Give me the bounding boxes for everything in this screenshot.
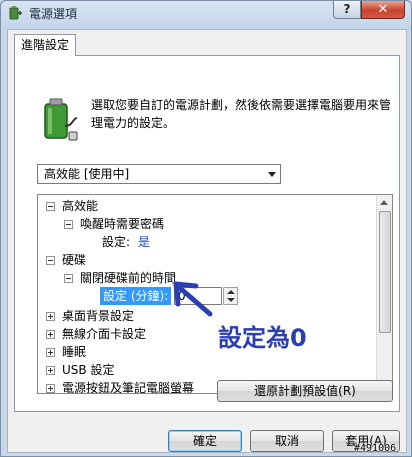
restore-defaults-button[interactable]: 還原計劃預設值(R): [217, 380, 393, 402]
help-button[interactable]: ?: [333, 1, 361, 19]
spin-down-icon[interactable]: [227, 298, 235, 302]
collapse-wake-password-icon[interactable]: [64, 220, 73, 229]
window-title: 電源選項: [29, 7, 78, 21]
annotation-text: 設定為0: [218, 324, 307, 352]
scroll-up-icon[interactable]: [380, 200, 388, 205]
tree-item-sleep[interactable]: 睡眠: [62, 343, 86, 361]
power-plan-selected: 高效能 [使用中]: [44, 167, 130, 181]
tree-scrollbar[interactable]: [376, 195, 392, 393]
spin-up-icon[interactable]: [227, 290, 235, 294]
wake-setting-value[interactable]: 是: [138, 233, 150, 251]
expand-power-buttons-icon[interactable]: [46, 384, 55, 393]
collapse-turn-off-disk-icon[interactable]: [64, 274, 73, 283]
tree-item-wireless-adapter[interactable]: 無線介面卡設定: [62, 325, 146, 343]
expand-usb-icon[interactable]: [46, 366, 55, 375]
power-options-window: 電源選項 ? ✕ 進階設定 選取您要自訂的電源計劃，然後依需要選擇電腦要用來管理…: [0, 0, 412, 457]
tree-item-usb[interactable]: USB 設定: [62, 361, 114, 379]
chevron-down-icon[interactable]: [268, 172, 276, 177]
tree-item-desktop-background[interactable]: 桌面背景設定: [62, 307, 134, 325]
annotation-arrow-icon: [173, 281, 213, 317]
tree-item-wake-password[interactable]: 喚醒時需要密碼: [80, 215, 164, 233]
watermark-text: #491006: [354, 443, 397, 454]
tree-item-turn-off-disk[interactable]: 關閉硬碟前的時間: [80, 269, 176, 287]
expand-wireless-icon[interactable]: [46, 330, 55, 339]
cancel-button[interactable]: 取消: [250, 430, 324, 452]
collapse-hard-disk-icon[interactable]: [46, 256, 55, 265]
power-options-icon: [9, 6, 22, 20]
wake-setting-label: 設定:: [102, 235, 131, 249]
power-plan-dropdown[interactable]: 高效能 [使用中]: [37, 164, 281, 184]
tree-item-power-buttons[interactable]: 電源按鈕及筆記電腦螢幕: [62, 379, 194, 393]
dialog-body: 進階設定 選取您要自訂的電源計劃，然後依需要選擇電腦要用來管理電力的設定。 高效…: [7, 29, 407, 453]
tree-item-high-performance[interactable]: 高效能: [62, 197, 98, 215]
description-text: 選取您要自訂的電源計劃，然後依需要選擇電腦要用來管理電力的設定。: [91, 98, 392, 130]
battery-plug-icon: [44, 98, 78, 141]
disk-minutes-stepper[interactable]: [223, 287, 238, 305]
title-bar[interactable]: 電源選項 ? ✕: [1, 1, 411, 25]
tab-advanced-settings[interactable]: 進階設定: [14, 34, 77, 56]
collapse-high-perf-icon[interactable]: [46, 202, 55, 211]
disk-setting-label: 設定 (分鐘):: [100, 287, 172, 305]
advanced-settings-panel: 選取您要自訂的電源計劃，然後依需要選擇電腦要用來管理電力的設定。 高效能 [使用…: [14, 55, 400, 412]
scroll-thumb[interactable]: [379, 211, 391, 333]
expand-sleep-icon[interactable]: [46, 348, 55, 357]
close-button[interactable]: ✕: [361, 1, 405, 19]
expand-desktop-bg-icon[interactable]: [46, 312, 55, 321]
tree-item-hard-disk[interactable]: 硬碟: [62, 251, 86, 269]
ok-button[interactable]: 確定: [168, 430, 242, 452]
